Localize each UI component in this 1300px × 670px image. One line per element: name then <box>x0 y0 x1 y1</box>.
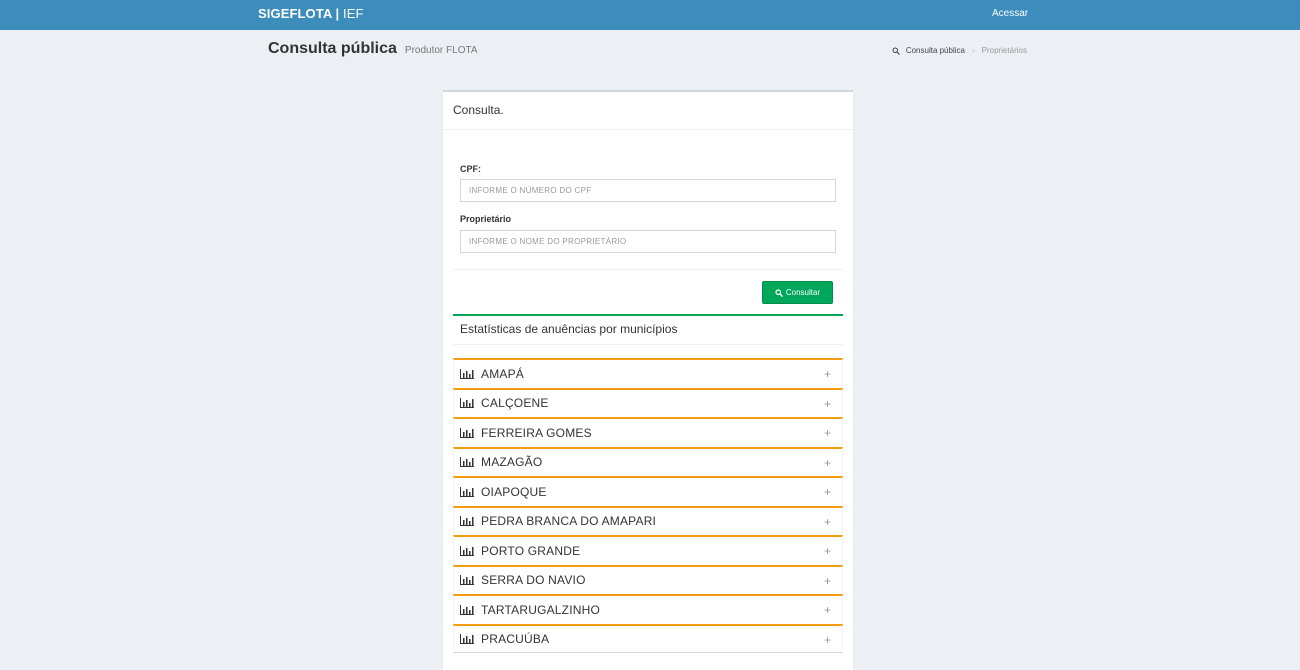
municipality-name: FERREIRA GOMES <box>481 425 592 440</box>
bar-chart-icon <box>460 457 474 468</box>
municipality-name: OIAPOQUE <box>481 484 547 499</box>
municipality-item[interactable]: FERREIRA GOMES + <box>453 417 843 447</box>
search-icon <box>775 288 783 297</box>
plus-icon[interactable]: + <box>824 515 831 529</box>
municipality-name: PORTO GRANDE <box>481 543 581 558</box>
bar-chart-icon <box>460 427 474 438</box>
stats-title: Estatísticas de anuências por municípios <box>460 322 678 336</box>
page-subtitle: Produtor FLOTA <box>404 45 478 56</box>
page-header: Consulta pública Produtor FLOTA <box>268 40 478 58</box>
login-link[interactable]: Acessar <box>992 8 1028 19</box>
bar-chart-icon <box>460 633 474 644</box>
brand-name: SIGEFLOTA | <box>258 6 340 21</box>
municipality-item[interactable]: PORTO GRANDE + <box>453 535 843 565</box>
brand-logo[interactable]: SIGEFLOTA | IEF <box>258 6 364 21</box>
plus-icon[interactable]: + <box>824 397 831 411</box>
municipality-name: MAZAGÃO <box>481 455 543 470</box>
consultar-button[interactable]: Consultar <box>762 281 833 304</box>
municipality-item[interactable]: PRACUÚBA + <box>453 623 843 653</box>
municipality-name: SERRA DO NAVIO <box>481 573 586 588</box>
municipality-item[interactable]: AMAPÁ + <box>453 358 843 388</box>
top-navbar: SIGEFLOTA | IEF Acessar <box>0 0 1300 30</box>
owner-label: Proprietário <box>460 214 512 224</box>
breadcrumb-link-consulta[interactable]: Consulta pública <box>906 46 965 55</box>
bar-chart-icon <box>460 545 474 556</box>
cpf-label: CPF: <box>460 164 481 174</box>
municipality-item[interactable]: OIAPOQUE + <box>453 476 843 506</box>
stats-header: Estatísticas de anuências por municípios <box>453 314 843 345</box>
breadcrumb: Consulta pública › Proprietários <box>892 46 1027 55</box>
owner-input[interactable] <box>460 230 836 253</box>
municipality-item[interactable]: CALÇOENE + <box>453 387 843 417</box>
municipality-list: AMAPÁ + CALÇOENE + FERREIRA GOMES + MAZA… <box>453 358 843 653</box>
page-title: Consulta pública <box>268 40 397 57</box>
plus-icon[interactable]: + <box>824 574 831 588</box>
bar-chart-icon <box>460 398 474 409</box>
plus-icon[interactable]: + <box>824 426 831 440</box>
municipality-item[interactable]: PEDRA BRANCA DO AMAPARI + <box>453 505 843 535</box>
plus-icon[interactable]: + <box>824 603 831 617</box>
plus-icon[interactable]: + <box>824 485 831 499</box>
panel-title: Consulta. <box>443 92 853 130</box>
municipality-name: PRACUÚBA <box>481 631 550 646</box>
bar-chart-icon <box>460 604 474 615</box>
form-divider <box>453 269 843 270</box>
bar-chart-icon <box>460 486 474 497</box>
bar-chart-icon <box>460 368 474 379</box>
bar-chart-icon <box>460 516 474 527</box>
municipality-name: CALÇOENE <box>481 396 549 411</box>
cpf-input[interactable] <box>460 179 836 202</box>
municipality-item[interactable]: TARTARUGALZINHO + <box>453 594 843 624</box>
plus-icon[interactable]: + <box>824 456 831 470</box>
municipality-item[interactable]: MAZAGÃO + <box>453 446 843 476</box>
municipality-name: TARTARUGALZINHO <box>481 602 601 617</box>
consultar-button-label: Consultar <box>785 288 821 297</box>
plus-icon[interactable]: + <box>824 633 831 647</box>
search-icon <box>892 47 900 55</box>
breadcrumb-current: Proprietários <box>981 46 1027 55</box>
plus-icon[interactable]: + <box>824 544 831 558</box>
municipality-name: PEDRA BRANCA DO AMAPARI <box>481 514 657 529</box>
breadcrumb-separator: › <box>971 46 975 55</box>
brand-suffix: IEF <box>339 6 364 21</box>
plus-icon[interactable]: + <box>824 367 831 381</box>
municipality-item[interactable]: SERRA DO NAVIO + <box>453 564 843 594</box>
municipality-name: AMAPÁ <box>481 366 525 381</box>
consulta-panel: Consulta. CPF: Proprietário Consultar Es… <box>443 90 853 670</box>
bar-chart-icon <box>460 575 474 586</box>
